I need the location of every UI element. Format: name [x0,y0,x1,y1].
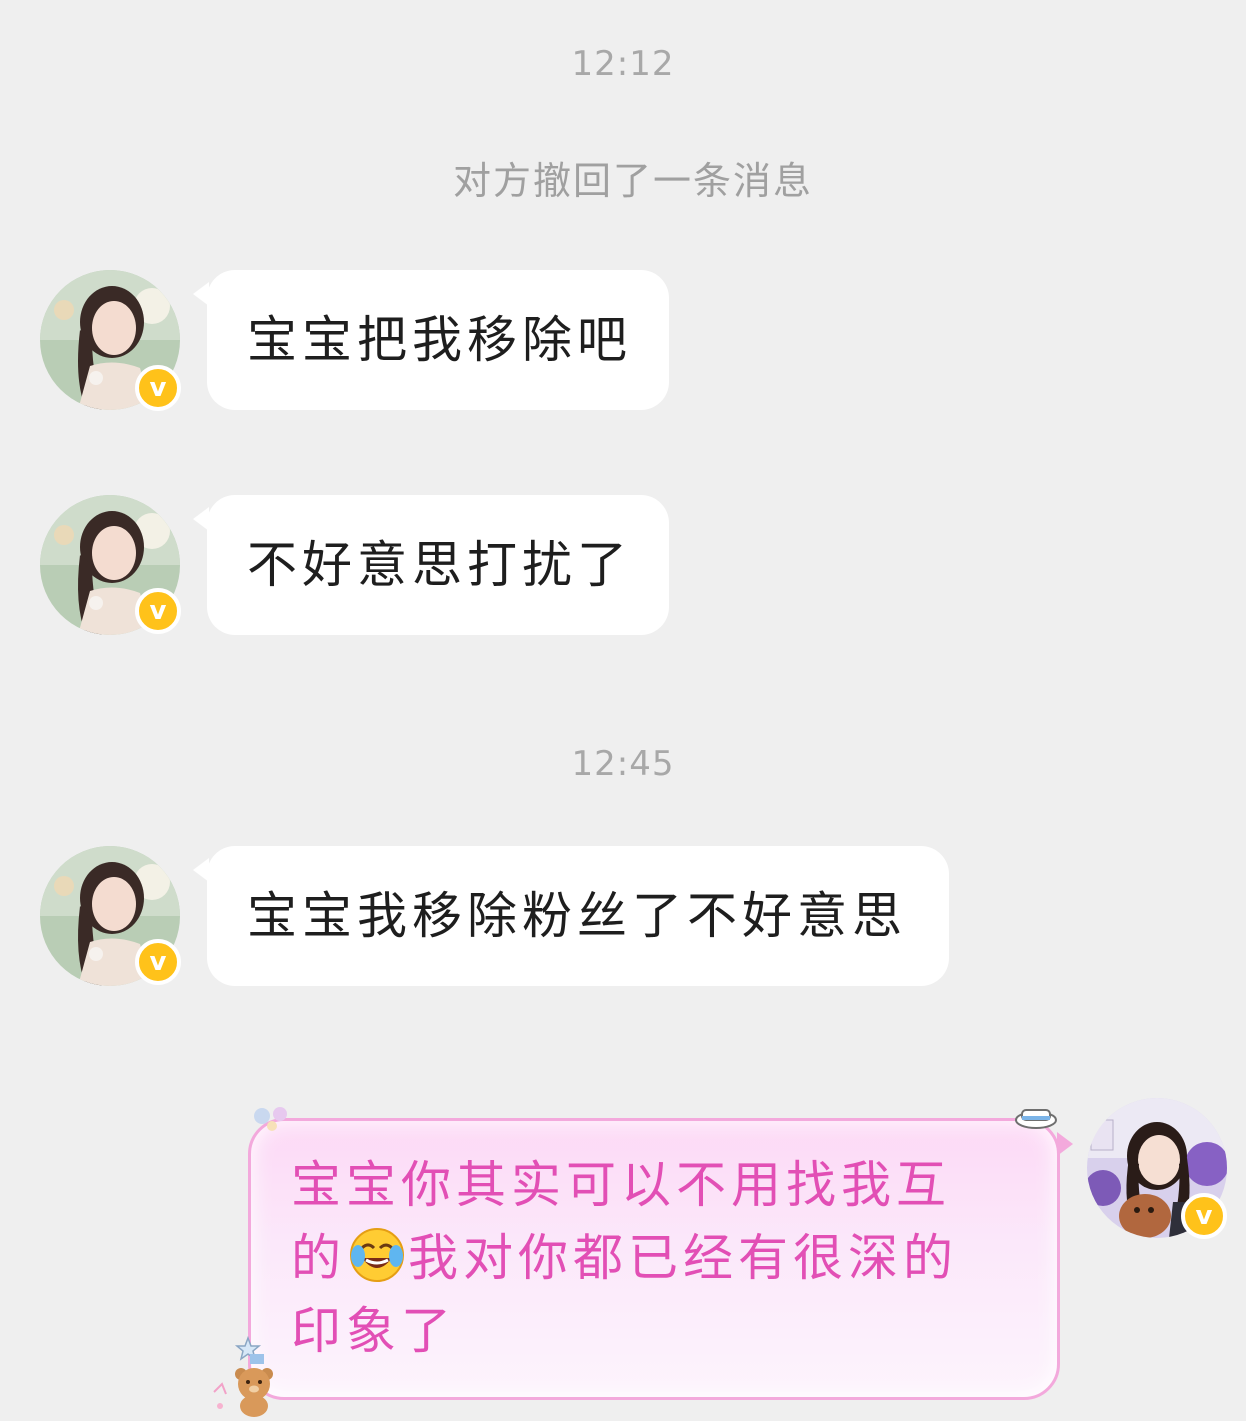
verified-badge-icon: v [135,588,181,634]
bear-sticker-icon [213,1335,273,1417]
verified-badge-icon: v [135,939,181,985]
message-line: 印象了 [291,1302,456,1360]
message-line: 宝宝你其实可以不用找我互 [291,1156,951,1214]
timestamp: 12:45 [571,744,675,784]
bubble-tail [1057,1132,1073,1156]
timestamp: 12:12 [571,44,675,84]
recalled-message-notice: 对方撤回了一条消息 [452,159,813,203]
message-text: 我对你都已经有很深的 [408,1229,958,1287]
face-with-tears-of-joy-icon [350,1228,404,1282]
message-text: 的 [291,1229,346,1287]
message-bubble[interactable]: 宝宝把我移除吧 [207,270,669,410]
sailor-hat-sticker-icon [1015,1109,1057,1129]
message-bubble-self[interactable]: 宝宝你其实可以不用找我互 的 我对你都已经有很深的 印象了 [248,1118,1060,1400]
message-line: 的 我对你都已经有很深的 [291,1222,1027,1295]
message-bubble[interactable]: 不好意思打扰了 [207,495,669,635]
sparkle-sticker-icon [254,1107,287,1131]
message-bubble[interactable]: 宝宝我移除粉丝了不好意思 [207,846,949,986]
verified-badge-icon: v [135,365,181,411]
verified-badge-icon: v [1181,1193,1227,1239]
